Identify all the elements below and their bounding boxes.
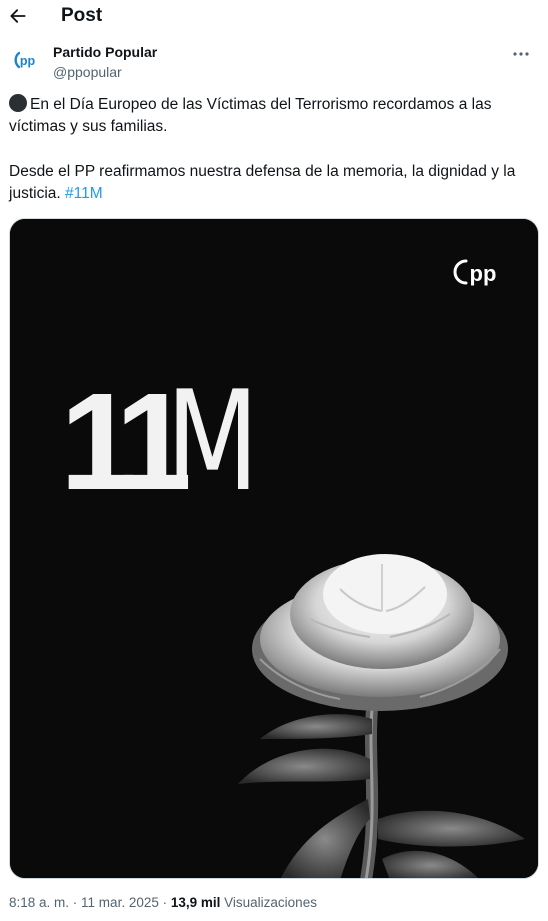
avatar[interactable]: pp [12,46,40,74]
post-time[interactable]: 8:18 a. m. [9,895,69,910]
post-author: pp Partido Popular @ppopular [12,44,536,84]
author-name[interactable]: Partido Popular [53,44,157,60]
top-bar: Post [0,0,548,32]
black-circle-icon [9,94,27,112]
author-handle[interactable]: @ppopular [53,64,122,80]
tweet-text-line1: En el Día Europeo de las Víctimas del Te… [9,96,492,135]
svg-text:pp: pp [20,54,36,68]
more-dots-icon [513,52,529,56]
post-date[interactable]: 11 mar. 2025 [81,895,159,910]
views-label: Visualizaciones [220,895,317,910]
arrow-left-icon [10,9,26,23]
hashtag-link[interactable]: #11M [65,185,103,202]
back-button[interactable] [6,4,30,28]
memorial-image: pp 11 M [10,219,538,878]
image-logo-text: pp [470,261,497,286]
meta-separator: · [69,895,82,910]
views-count: 13,9 mil [170,895,221,910]
meta-separator: · [158,895,171,910]
page-title: Post [61,5,103,26]
tweet-paragraph-2: Desde el PP reafirmamos nuestra defensa … [9,161,543,205]
more-options-button[interactable] [510,46,532,62]
post-image[interactable]: pp 11 M [9,218,539,879]
image-letter-text: M [166,362,259,523]
post-meta: 8:18 a. m. · 11 mar. 2025 · 13,9 mil Vis… [9,895,317,910]
pp-logo-icon: pp [14,51,36,69]
tweet-paragraph-1: En el Día Europeo de las Víctimas del Te… [9,94,543,138]
